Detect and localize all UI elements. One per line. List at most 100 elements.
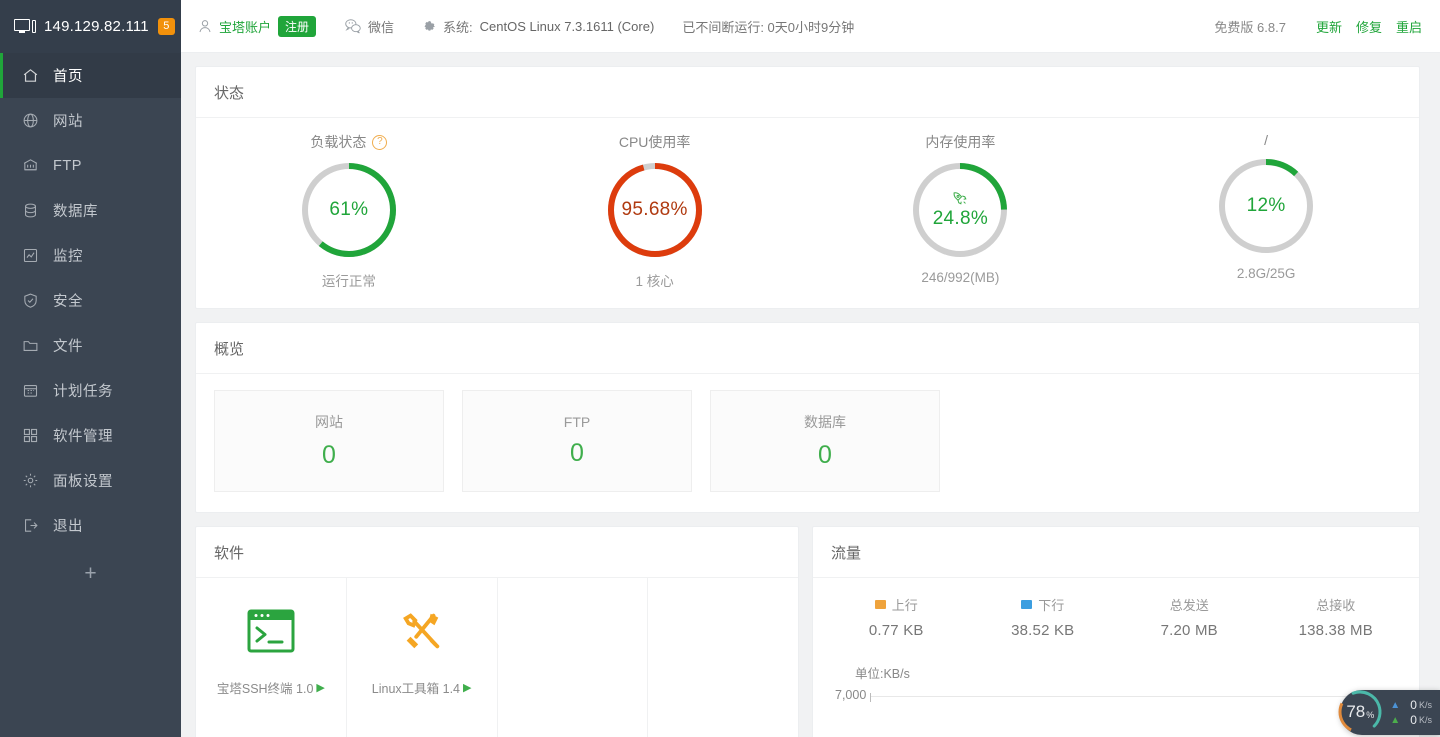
restart-button[interactable]: 重启 bbox=[1396, 17, 1422, 36]
sidebar-item-monitor[interactable]: 监控 bbox=[0, 233, 181, 278]
flow-panel-title: 流量 bbox=[813, 527, 1419, 578]
main-area: 宝塔账户 注册 微信 系统: CentOS Linux 7.3.1611 (Co… bbox=[181, 0, 1440, 737]
overview-panel: 概览 网站 0 FTP 0 数据库 0 bbox=[195, 322, 1420, 513]
flow-label-wrap: 总发送 bbox=[1170, 595, 1209, 614]
gauge-title: CPU使用率 bbox=[618, 134, 691, 150]
account-link[interactable]: 宝塔账户 bbox=[219, 17, 271, 36]
float-download-speed: ▲ 0 K/s bbox=[1390, 713, 1432, 728]
float-monitor-speeds: ▲ 0 K/s ▲ 0 K/s bbox=[1390, 698, 1432, 728]
software-item-name-wrap: Linux工具箱 1.4 ▶ bbox=[372, 678, 472, 697]
sidebar-item-software[interactable]: 软件管理 bbox=[0, 413, 181, 458]
flow-stat-download: 下行 38.52 KB bbox=[970, 595, 1117, 639]
overview-card-database[interactable]: 数据库 0 bbox=[710, 390, 940, 492]
sidebar-item-settings[interactable]: 面板设置 bbox=[0, 458, 181, 503]
overview-cards: 网站 0 FTP 0 数据库 0 bbox=[196, 374, 1419, 512]
sidebar-item-ftp[interactable]: FTP bbox=[0, 143, 181, 188]
topbar: 宝塔账户 注册 微信 系统: CentOS Linux 7.3.1611 (Co… bbox=[181, 0, 1440, 53]
sidebar-item-database[interactable]: 数据库 bbox=[0, 188, 181, 233]
sidebar-item-logout[interactable]: 退出 bbox=[0, 503, 181, 548]
chart-unit-label: 单位:KB/s bbox=[855, 667, 910, 681]
content-scroll: 状态 负载状态 ? 61% 运行正常 CPU使用率 95.68% 1 核心 内存… bbox=[181, 53, 1440, 737]
overview-panel-title: 概览 bbox=[196, 323, 1419, 374]
overview-card-ftp[interactable]: FTP 0 bbox=[462, 390, 692, 492]
flow-value: 38.52 KB bbox=[1011, 622, 1075, 639]
flow-label: 上行 bbox=[891, 598, 918, 613]
legend-swatch-download bbox=[1021, 600, 1033, 609]
overview-label: FTP bbox=[563, 414, 591, 430]
gauge-title: 负载状态 bbox=[310, 134, 367, 150]
overview-count: 0 bbox=[818, 441, 832, 469]
gauge-ring: 12% bbox=[1216, 156, 1316, 256]
gauge-ring: 95.68% bbox=[605, 160, 705, 260]
software-panel: 软件 宝塔SSH终端 1.0 ▶ Linux工具箱 1.4 ▶ bbox=[195, 526, 799, 737]
flow-value: 0.77 KB bbox=[868, 622, 924, 639]
flow-chart: 单位:KB/s 7,000 bbox=[813, 663, 1419, 702]
sidebar-label: 安全 bbox=[53, 294, 83, 310]
sidebar-label: 监控 bbox=[53, 249, 83, 265]
gauge-title-wrap: CPU使用率 bbox=[619, 132, 691, 152]
gauge-disk[interactable]: / 12% 2.8G/25G bbox=[1113, 132, 1419, 290]
gauge-memory[interactable]: 内存使用率 24.8% 246/992(MB) bbox=[808, 132, 1114, 290]
help-icon[interactable]: ? bbox=[372, 134, 388, 150]
sidebar-item-files[interactable]: 文件 bbox=[0, 323, 181, 368]
gauge-title: 内存使用率 bbox=[925, 134, 996, 150]
flow-label-wrap: 总接收 bbox=[1316, 595, 1355, 614]
sidebar-add-button[interactable]: + bbox=[0, 552, 181, 596]
tools-icon bbox=[395, 604, 449, 658]
wechat-label[interactable]: 微信 bbox=[368, 17, 394, 36]
gauge-load[interactable]: 负载状态 ? 61% 运行正常 bbox=[196, 132, 502, 290]
sidebar-item-security[interactable]: 安全 bbox=[0, 278, 181, 323]
gauge-cpu[interactable]: CPU使用率 95.68% 1 核心 bbox=[502, 132, 808, 290]
float-monitor-percent: 78% bbox=[1336, 688, 1384, 736]
system-gear-icon bbox=[422, 19, 437, 34]
play-icon[interactable]: ▶ bbox=[316, 681, 324, 694]
sidebar-label: FTP bbox=[53, 157, 82, 174]
flow-label-wrap: 上行 bbox=[874, 595, 918, 614]
update-button[interactable]: 更新 bbox=[1316, 17, 1342, 36]
flow-value: 138.38 MB bbox=[1298, 622, 1373, 639]
topbar-wechat-group[interactable]: 微信 bbox=[344, 17, 394, 36]
flow-stat-total-received: 总接收 138.38 MB bbox=[1263, 595, 1410, 639]
version-label: 免费版 6.8.7 bbox=[1214, 19, 1286, 35]
repair-button[interactable]: 修复 bbox=[1356, 17, 1382, 36]
overview-count: 0 bbox=[570, 439, 584, 467]
topbar-account-group[interactable]: 宝塔账户 注册 bbox=[197, 15, 317, 37]
gauge-value: 24.8% bbox=[932, 208, 989, 229]
software-item-linux-tools[interactable]: Linux工具箱 1.4 ▶ bbox=[347, 578, 498, 737]
software-slot-empty bbox=[498, 578, 649, 737]
gauge-title: / bbox=[1264, 132, 1269, 148]
gauge-value: 95.68% bbox=[621, 199, 688, 220]
sidebar-server-header[interactable]: 149.129.82.111 5 bbox=[0, 0, 181, 53]
gauge-title-wrap: 负载状态 ? bbox=[310, 132, 388, 152]
floating-performance-monitor[interactable]: 78% ▲ 0 K/s ▲ 0 K/s bbox=[1338, 690, 1440, 735]
server-ip: 149.129.82.111 bbox=[44, 18, 149, 35]
home-icon bbox=[22, 67, 39, 84]
gauge-ring: 24.8% bbox=[910, 160, 1010, 260]
monitor-icon bbox=[22, 247, 39, 264]
overview-count: 0 bbox=[322, 441, 336, 469]
gauge-title-wrap: / bbox=[1264, 132, 1268, 148]
gauge-title-wrap: 内存使用率 bbox=[925, 132, 995, 152]
flow-panel: 流量 上行 0.77 KB 下行 38.52 KB 总发送 7.20 MB 总接… bbox=[812, 526, 1420, 737]
terminal-icon bbox=[244, 604, 298, 658]
sidebar-item-cron[interactable]: 计划任务 bbox=[0, 368, 181, 413]
software-item-name: Linux工具箱 1.4 bbox=[371, 682, 460, 696]
sidebar-item-website[interactable]: 网站 bbox=[0, 98, 181, 143]
calendar-icon bbox=[22, 382, 39, 399]
folder-icon bbox=[22, 337, 39, 354]
shield-icon bbox=[22, 292, 39, 309]
sidebar-label: 数据库 bbox=[53, 204, 98, 220]
software-item-name: 宝塔SSH终端 1.0 bbox=[216, 682, 314, 696]
gauge-value: 61% bbox=[329, 199, 369, 220]
register-button[interactable]: 注册 bbox=[278, 15, 317, 37]
notification-badge[interactable]: 5 bbox=[157, 18, 175, 35]
overview-card-website[interactable]: 网站 0 bbox=[214, 390, 444, 492]
rocket-icon[interactable] bbox=[952, 190, 969, 207]
play-icon[interactable]: ▶ bbox=[463, 681, 471, 694]
gauge-value: 12% bbox=[1246, 195, 1286, 216]
sidebar-label: 面板设置 bbox=[53, 474, 113, 490]
upload-speed-value: 0 bbox=[1410, 697, 1417, 712]
software-item-ssh[interactable]: 宝塔SSH终端 1.0 ▶ bbox=[196, 578, 347, 737]
sidebar-item-home[interactable]: 首页 bbox=[0, 53, 181, 98]
overview-label: 数据库 bbox=[804, 414, 846, 430]
